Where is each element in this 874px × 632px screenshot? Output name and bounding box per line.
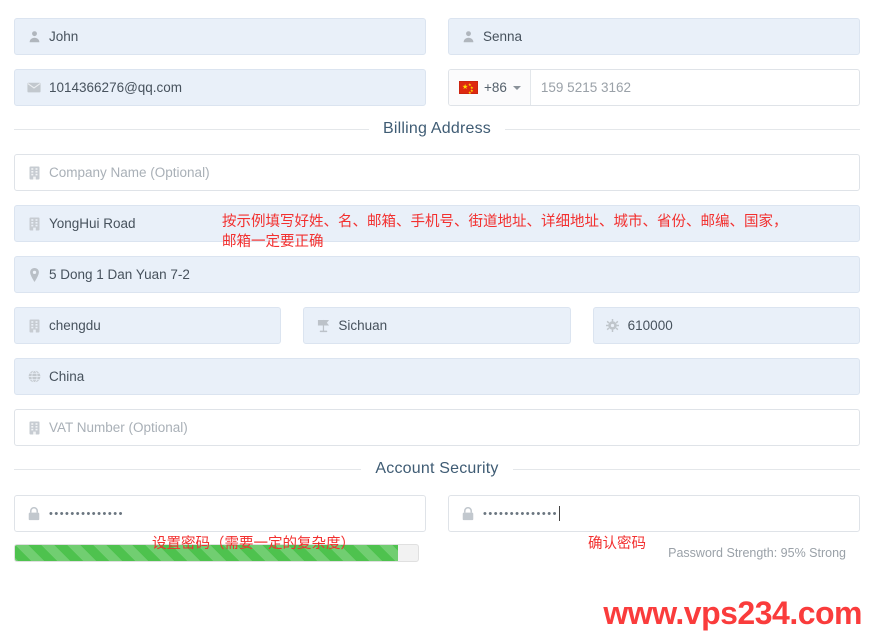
street-row: YongHui Road <box>14 205 860 242</box>
email-value: 1014366276@qq.com <box>49 80 183 95</box>
company-name-placeholder: Company Name (Optional) <box>49 165 210 180</box>
lock-icon <box>457 506 479 521</box>
password-field[interactable]: •••••••••••••• <box>14 495 426 532</box>
state-field[interactable]: Sichuan <box>303 307 571 344</box>
first-name-value: John <box>49 29 79 44</box>
building-icon <box>23 166 45 180</box>
account-security-section-divider: Account Security <box>14 460 861 478</box>
building-icon <box>23 319 45 333</box>
vat-row: VAT Number (Optional) <box>14 409 860 446</box>
email-col: 1014366276@qq.com <box>14 69 426 106</box>
password-strength-bar <box>15 545 398 561</box>
street-col: YongHui Road <box>14 205 860 242</box>
country-code-selector[interactable]: ★ ★ ★ ★ ★ +86 <box>449 70 531 105</box>
company-name-field[interactable]: Company Name (Optional) <box>14 154 860 191</box>
chevron-down-icon <box>512 85 521 90</box>
city-col: chengdu <box>14 307 282 344</box>
password-strength-label: Password Strength: 95% Strong <box>668 546 846 560</box>
state-col: Sichuan <box>303 307 571 344</box>
user-icon <box>23 30 45 43</box>
confirm-password-col: •••••••••••••• <box>448 495 860 532</box>
divider-line-right <box>504 128 861 130</box>
building-icon <box>23 217 45 231</box>
zip-code-value: 610000 <box>627 318 673 333</box>
building-icon <box>23 421 45 435</box>
confirm-password-masked-value: •••••••••••••• <box>483 507 558 520</box>
vat-number-field[interactable]: VAT Number (Optional) <box>14 409 860 446</box>
globe-icon <box>23 370 45 383</box>
billing-address-title: Billing Address <box>383 120 491 137</box>
dial-code-value: +86 <box>484 80 507 95</box>
address2-row: 5 Dong 1 Dan Yuan 7-2 <box>14 256 860 293</box>
address2-col: 5 Dong 1 Dan Yuan 7-2 <box>14 256 860 293</box>
company-row: Company Name (Optional) <box>14 154 860 191</box>
account-security-title: Account Security <box>375 460 499 477</box>
zip-code-field[interactable]: 610000 <box>592 307 860 344</box>
map-pin-icon <box>23 267 45 282</box>
vat-col: VAT Number (Optional) <box>14 409 860 446</box>
vat-number-placeholder: VAT Number (Optional) <box>49 420 188 435</box>
name-row: John Senna <box>14 18 860 55</box>
city-state-zip-row: chengdu Sichuan 610000 <box>14 307 860 344</box>
city-value: chengdu <box>49 318 101 333</box>
last-name-col: Senna <box>448 18 860 55</box>
confirm-password-field[interactable]: •••••••••••••• <box>448 495 860 532</box>
envelope-icon <box>23 82 45 93</box>
registration-form: John Senna 1014366276@qq.com ★ ★ ★ ★ ★ +… <box>0 0 874 562</box>
address-line2-value: 5 Dong 1 Dan Yuan 7-2 <box>49 267 190 282</box>
china-flag-icon: ★ ★ ★ ★ ★ <box>459 81 478 95</box>
first-name-col: John <box>14 18 426 55</box>
phone-col: ★ ★ ★ ★ ★ +86 159 5215 3162 <box>448 69 860 106</box>
map-flag-icon <box>312 319 334 333</box>
phone-field-group[interactable]: ★ ★ ★ ★ ★ +86 159 5215 3162 <box>448 69 860 106</box>
divider-line-left <box>14 128 370 130</box>
password-strength-meter-col <box>14 544 419 562</box>
city-field[interactable]: chengdu <box>14 307 282 344</box>
street-address-field[interactable]: YongHui Road <box>14 205 860 242</box>
country-col: China <box>14 358 860 395</box>
company-col: Company Name (Optional) <box>14 154 860 191</box>
password-strength-meter <box>14 544 419 562</box>
gear-icon <box>602 319 624 332</box>
country-row: China <box>14 358 860 395</box>
first-name-field[interactable]: John <box>14 18 426 55</box>
password-masked-value: •••••••••••••• <box>49 507 124 520</box>
address-line2-field[interactable]: 5 Dong 1 Dan Yuan 7-2 <box>14 256 860 293</box>
site-watermark: www.vps234.com <box>603 595 862 631</box>
last-name-value: Senna <box>483 29 523 44</box>
billing-address-section-divider: Billing Address <box>14 120 861 138</box>
street-address-value: YongHui Road <box>49 216 136 231</box>
divider-line-left <box>14 468 362 470</box>
text-cursor <box>558 506 560 521</box>
phone-number-value[interactable]: 159 5215 3162 <box>531 70 859 105</box>
user-icon <box>457 30 479 43</box>
country-field[interactable]: China <box>14 358 860 395</box>
country-value: China <box>49 369 85 384</box>
lock-icon <box>23 506 45 521</box>
email-field[interactable]: 1014366276@qq.com <box>14 69 426 106</box>
state-value: Sichuan <box>338 318 388 333</box>
password-col: •••••••••••••• <box>14 495 426 532</box>
contact-row: 1014366276@qq.com ★ ★ ★ ★ ★ +86 159 5215… <box>14 69 860 106</box>
divider-line-right <box>512 468 861 470</box>
zip-col: 610000 <box>592 307 860 344</box>
password-row: •••••••••••••• •••••••••••••• <box>14 495 860 532</box>
last-name-field[interactable]: Senna <box>448 18 860 55</box>
password-strength-row: Password Strength: 95% Strong <box>14 544 860 562</box>
